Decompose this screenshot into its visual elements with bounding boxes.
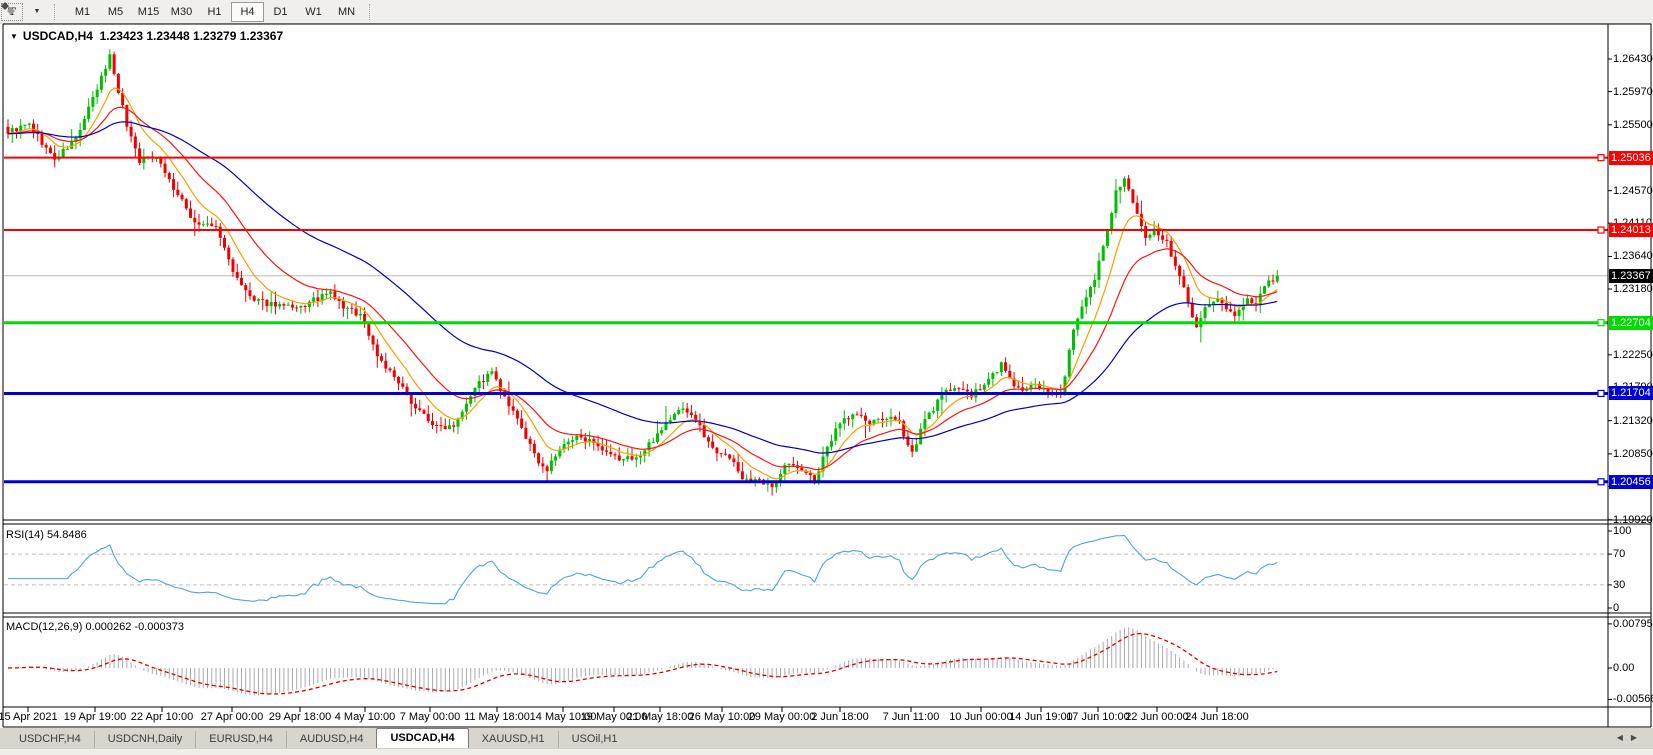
price-axis-label: 1.25970 — [1613, 86, 1653, 99]
tab-scroll-arrows: ◀▶ — [1617, 733, 1645, 742]
chart-tab-eurusd-h4[interactable]: EURUSD,H4 — [195, 731, 286, 748]
macd-signal-line — [8, 634, 1277, 694]
tab-scroll-right-icon[interactable]: ▶ — [1631, 733, 1645, 742]
rsi-axis-label: 30 — [1613, 579, 1625, 592]
status-bar — [0, 748, 1653, 755]
chart-tab-usdchf-h4[interactable]: USDCHF,H4 — [6, 731, 94, 748]
line-handle — [1598, 320, 1604, 326]
time-axis-label: 7 May 00:00 — [400, 711, 461, 723]
chart-tab-usoil-h1[interactable]: USOil,H1 — [558, 731, 631, 748]
price-axis-label: 1.25500 — [1613, 119, 1653, 132]
time-axis-label: 11 May 18:00 — [464, 711, 530, 723]
line-handle — [1598, 390, 1604, 396]
price-line-badge: 1.24013 — [1609, 223, 1653, 237]
chart-tab-usdcad-h4[interactable]: USDCAD,H4 — [376, 728, 468, 748]
chart-tab-audusd-h4[interactable]: AUDUSD,H4 — [286, 731, 377, 748]
time-axis-label: 15 Apr 2021 — [0, 711, 58, 723]
price-line-badge: 1.20456 — [1609, 475, 1653, 489]
chart-tab-xauusd-h1[interactable]: XAUUSD,H1 — [469, 731, 558, 748]
ma-line-55 — [8, 122, 1277, 453]
price-chart-canvas[interactable] — [0, 0, 1653, 755]
chart-ohlc: 1.23423 1.23448 1.23279 1.23367 — [100, 29, 284, 43]
price-line-badge: 1.23367 — [1609, 269, 1653, 283]
price-axis-label: 1.23640 — [1613, 250, 1653, 263]
price-axis-label: 1.26430 — [1613, 53, 1653, 66]
line-handle — [1598, 479, 1604, 485]
time-axis-label: 27 Apr 00:00 — [201, 711, 263, 723]
rsi-axis-label: 0 — [1613, 602, 1619, 615]
rsi-line — [8, 535, 1277, 603]
collapse-icon[interactable]: ▼ — [10, 32, 18, 41]
time-axis-label: 4 May 10:00 — [335, 711, 396, 723]
time-axis-label: 26 May 10:00 — [689, 711, 756, 723]
macd-histogram — [8, 628, 1277, 696]
tab-scroll-left-icon[interactable]: ◀ — [1617, 733, 1631, 742]
ma-line-21 — [8, 107, 1277, 469]
macd-label: MACD(12,26,9) 0.000262 -0.000373 — [6, 621, 184, 633]
time-axis-label: 10 Jun 00:00 — [949, 711, 1013, 723]
chart-tab-bar: USDCHF,H4USDCNH,DailyEURUSD,H4AUDUSD,H4U… — [0, 728, 1653, 748]
line-handle — [1598, 155, 1604, 161]
price-axis-label: 1.20850 — [1613, 448, 1653, 461]
macd-axis-label: -0.005663 — [1613, 693, 1653, 706]
line-handle — [1598, 227, 1604, 233]
price-line-badge: 1.25036 — [1609, 151, 1653, 165]
price-axis-label: 1.21320 — [1613, 415, 1653, 428]
time-axis-label: 2 Jun 18:00 — [811, 711, 869, 723]
chart-tab-usdcnh-daily[interactable]: USDCNH,Daily — [94, 731, 196, 748]
price-line-badge: 1.21704 — [1609, 386, 1653, 400]
macd-axis-label: 0.007959 — [1613, 618, 1653, 631]
chart-symbol: USDCAD,H4 — [23, 29, 93, 43]
price-line-badge: 1.22704 — [1609, 316, 1653, 330]
time-axis-label: 22 Apr 10:00 — [131, 711, 193, 723]
time-axis-label: 17 Jun 10:00 — [1066, 711, 1130, 723]
rsi-axis-label: 100 — [1613, 525, 1631, 538]
time-axis-label: 24 Jun 18:00 — [1185, 711, 1249, 723]
application-window: T ▼ M1M5M15M30H1H4D1W1MN ▼USDCAD,H4 1.23… — [0, 0, 1653, 755]
price-axis-label: 1.23180 — [1613, 283, 1653, 296]
time-axis-label: 29 May 00:00 — [749, 711, 816, 723]
rsi-axis-label: 70 — [1613, 548, 1625, 561]
chart-title: ▼ USDCAD,H4 1.23423 1.23448 1.23279 1.233… — [10, 29, 283, 43]
time-axis-label: 22 Jun 00:00 — [1125, 711, 1189, 723]
price-axis-label: 1.24570 — [1613, 185, 1653, 198]
macd-axis-label: 0.00 — [1613, 662, 1634, 675]
rsi-label: RSI(14) 54.8486 — [6, 529, 87, 541]
time-axis-label: 29 Apr 18:00 — [269, 711, 331, 723]
time-axis-label: 7 Jun 11:00 — [883, 711, 940, 723]
candlesticks — [7, 49, 1279, 495]
price-axis-label: 1.22250 — [1613, 349, 1653, 362]
time-axis-label: 14 Jun 19:00 — [1009, 711, 1073, 723]
time-axis-label: 21 May 18:00 — [627, 711, 694, 723]
time-axis-label: 19 Apr 19:00 — [64, 711, 126, 723]
